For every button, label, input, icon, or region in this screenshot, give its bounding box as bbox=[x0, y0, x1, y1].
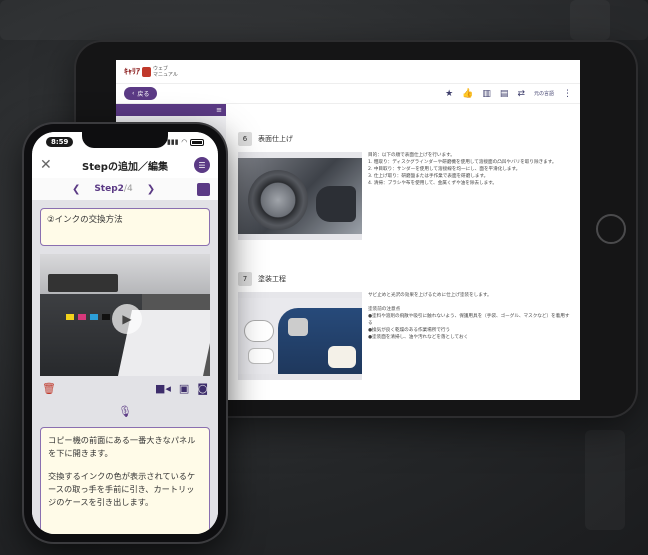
menu-icon[interactable]: ≡ bbox=[216, 106, 222, 114]
back-button[interactable]: ‹ 戻る bbox=[124, 87, 158, 100]
wifi-icon: ◠ bbox=[181, 138, 187, 146]
spray-gun bbox=[288, 318, 308, 336]
background-panel bbox=[0, 0, 648, 40]
toolbar-actions: ★ 👍 ▥ ▤ ⇄ 元の言語 ⋮ bbox=[445, 89, 572, 99]
grinding-photo bbox=[238, 152, 362, 240]
step-title-input[interactable]: ②インクの交換方法 bbox=[40, 208, 210, 246]
grinder-wheel bbox=[248, 170, 308, 230]
phone-notch bbox=[82, 132, 168, 148]
logo-text: ウェブ マニュアル bbox=[153, 65, 178, 78]
more-icon[interactable]: ⋮ bbox=[563, 89, 572, 99]
microphone-icon[interactable]: 🎙 bbox=[118, 405, 132, 418]
star-icon[interactable]: ★ bbox=[445, 89, 453, 99]
thumbs-up-icon[interactable]: 👍 bbox=[462, 89, 473, 99]
image-icon[interactable]: ▣ bbox=[179, 382, 189, 395]
trash-icon[interactable]: 🗑 bbox=[42, 382, 56, 395]
voice-input-row: 🎙 bbox=[40, 399, 210, 423]
tablet-header: ｷｬﾘｱ ウェブ マニュアル bbox=[116, 60, 580, 84]
camera-icon[interactable]: ◙ bbox=[197, 382, 208, 395]
ink-cartridge-black bbox=[102, 314, 110, 320]
sidebar-header: ≡ bbox=[116, 104, 226, 116]
step-row: 目的：以下の順で表面仕上げを行います。 1. 粗取り：ディスクグラインダーや研磨… bbox=[238, 152, 574, 240]
phone-header: ✕ Stepの追加／編集 ☰ bbox=[32, 152, 218, 178]
chevron-left-icon: ‹ bbox=[132, 90, 135, 97]
step-content: 6 表面仕上げ 目的：以下の順で表面仕上げを行います。 1. 粗取り：ディスクグ… bbox=[238, 104, 574, 400]
media-actions: 🗑 ■◂ ▣ ◙ bbox=[40, 376, 210, 395]
step-description: サビ止めと光沢の効果を上げるために仕上げ塗装をします。 塗装前の注意点 ●塗料や… bbox=[368, 293, 570, 340]
ink-cartridge-cyan bbox=[90, 314, 98, 320]
chevron-right-icon[interactable]: ❯ bbox=[147, 184, 155, 195]
status-time: 8:59 bbox=[46, 137, 74, 147]
step-title: 塗装工程 bbox=[258, 275, 286, 283]
gloved-hand bbox=[316, 186, 356, 222]
translate-label[interactable]: 元の言語 bbox=[534, 90, 554, 97]
list-icon[interactable]: ☰ bbox=[194, 157, 210, 173]
step-editor: ②インクの交換方法 ▶ 🗑 ■◂ ▣ ◙ 🎙 コピー機の前面にある一番大きなパネ… bbox=[32, 200, 218, 534]
video-camera-icon[interactable]: ■◂ bbox=[155, 382, 171, 395]
step-navigator: ❮ Step2/4 ❯ bbox=[32, 178, 218, 200]
step-row: サビ止めと光沢の効果を上げるために仕上げ塗装をします。 塗装前の注意点 ●塗料や… bbox=[238, 292, 574, 380]
step-number: 7 bbox=[238, 272, 252, 286]
battery-icon bbox=[190, 138, 204, 146]
phone-screen: 8:59 ▮▮▮ ◠ ✕ Stepの追加／編集 ☰ ❮ Step2/4 ❯ ②イ… bbox=[32, 132, 218, 534]
save-icon[interactable] bbox=[197, 182, 211, 196]
phone-device: 8:59 ▮▮▮ ◠ ✕ Stepの追加／編集 ☰ ❮ Step2/4 ❯ ②イ… bbox=[24, 124, 226, 542]
back-label: 戻る bbox=[137, 91, 150, 98]
logo-badge bbox=[142, 66, 151, 77]
status-icons: ▮▮▮ ◠ bbox=[167, 138, 204, 146]
book-icon[interactable]: ▥ bbox=[482, 89, 491, 99]
background-panel bbox=[570, 0, 610, 40]
step-title: 表面仕上げ bbox=[258, 135, 293, 143]
close-icon[interactable]: ✕ bbox=[40, 157, 56, 173]
translate-icon[interactable]: ⇄ bbox=[517, 89, 525, 99]
step-header: 6 表面仕上げ bbox=[238, 132, 574, 146]
ink-cartridge-magenta bbox=[78, 314, 86, 320]
tablet-home-button bbox=[596, 214, 626, 244]
pdf-icon[interactable]: ▤ bbox=[500, 89, 509, 99]
ink-cartridge-yellow bbox=[66, 314, 74, 320]
copier-panel bbox=[48, 274, 118, 292]
step-description: 目的：以下の順で表面仕上げを行います。 1. 粗取り：ディスクグラインダーや研磨… bbox=[368, 153, 557, 186]
work-gloves bbox=[328, 346, 356, 368]
step-header: 7 塗装工程 bbox=[238, 272, 574, 286]
step-number: 6 bbox=[238, 132, 252, 146]
tablet-toolbar: ‹ 戻る ★ 👍 ▥ ▤ ⇄ 元の言語 ⋮ bbox=[116, 84, 580, 104]
background-panel bbox=[585, 430, 625, 530]
step-video[interactable]: ▶ bbox=[40, 254, 210, 376]
painting-photo bbox=[238, 292, 362, 380]
step-text-input[interactable]: コピー機の前面にある一番大きなパネルを下に開きます。 交換するインクの色が表示さ… bbox=[40, 427, 210, 534]
page-title: Stepの追加／編集 bbox=[82, 161, 168, 173]
chevron-left-icon[interactable]: ❮ bbox=[72, 184, 80, 195]
step-indicator: Step2/4 bbox=[94, 184, 133, 194]
respirator-mask bbox=[244, 320, 274, 342]
app-logo: ｷｬﾘｱ ウェブ マニュアル bbox=[124, 66, 178, 78]
signal-icon: ▮▮▮ bbox=[167, 138, 179, 146]
dust-mask bbox=[248, 348, 274, 364]
play-icon[interactable]: ▶ bbox=[112, 304, 142, 334]
logo-mark: ｷｬﾘｱ bbox=[124, 66, 140, 76]
